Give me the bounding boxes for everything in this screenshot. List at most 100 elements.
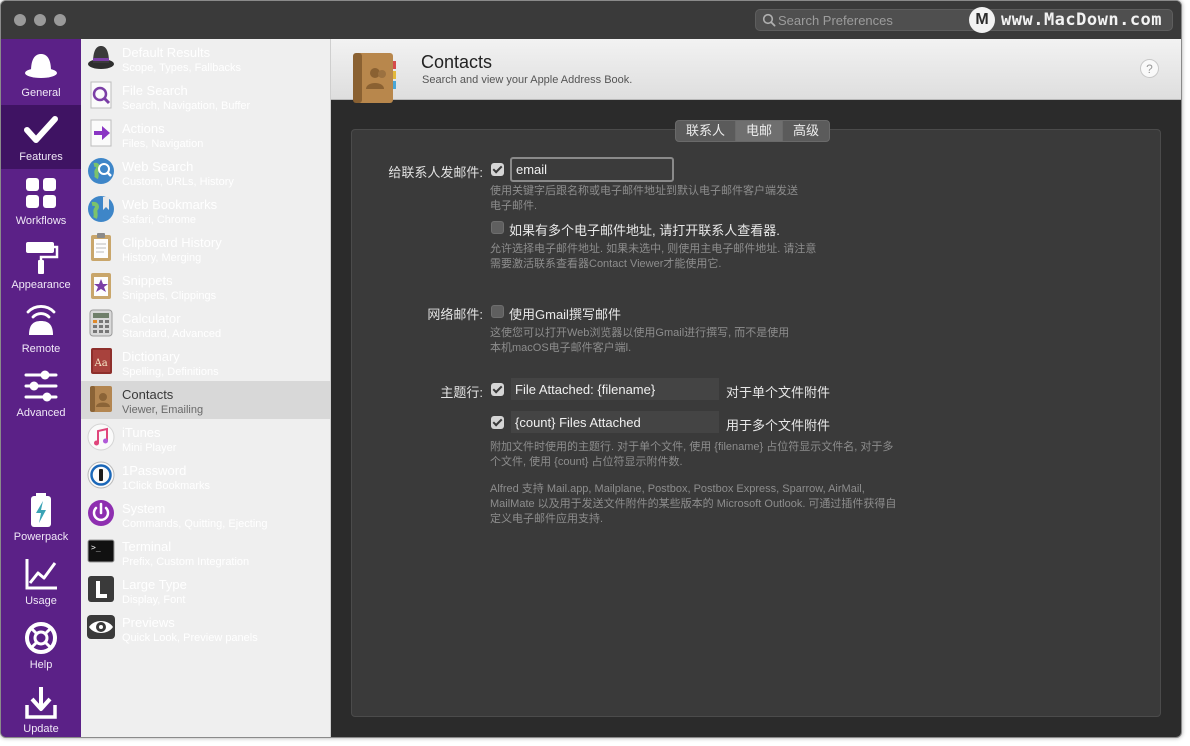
feature-web-bookmarks[interactable]: Web Bookmarks Safari, Chrome	[81, 191, 330, 229]
category-sidebar: General Features Workflows Appearance Re…	[1, 39, 81, 737]
feature-title: Web Bookmarks	[122, 197, 218, 212]
tab-bar: 联系人 电邮 高级	[675, 120, 831, 142]
itunes-icon	[87, 423, 115, 451]
nav-general[interactable]: General	[1, 41, 81, 105]
gmail-hint: 这使您可以打开Web浏览器以使用Gmail进行撰写, 而不是使用 本机macOS…	[490, 327, 790, 354]
terminal-icon: >_	[87, 539, 115, 563]
contacts-book-icon	[90, 386, 112, 412]
supported-clients-hint: Alfred 支持 Mail.app, Mailplane, Postbox, …	[490, 483, 897, 525]
hat-icon	[25, 54, 57, 78]
minimize-window-button[interactable]	[34, 14, 46, 26]
multi-file-checkbox[interactable]	[491, 416, 504, 429]
tab-advanced[interactable]: 高级	[783, 121, 829, 141]
single-file-checkbox[interactable]	[491, 383, 504, 396]
feature-web-search[interactable]: Web Search Custom, URLs, History	[81, 153, 330, 191]
feature-calculator[interactable]: Calculator Standard, Advanced	[81, 305, 330, 343]
feature-title: Contacts	[122, 387, 174, 402]
search-input[interactable]	[778, 11, 968, 29]
feature-subtitle: Display, Font	[122, 594, 186, 606]
feature-snippets[interactable]: Snippets Snippets, Clippings	[81, 267, 330, 305]
page-title: Contacts	[421, 52, 493, 72]
nav-advanced[interactable]: Advanced	[1, 361, 81, 425]
feature-subtitle: History, Merging	[122, 252, 202, 264]
feature-title: 1Password	[122, 463, 187, 478]
tab-contacts[interactable]: 联系人	[676, 121, 737, 141]
eye-icon	[87, 615, 115, 639]
watermark-logo: M	[969, 7, 995, 33]
dictionary-icon: Aa	[91, 348, 112, 374]
nav-label: Help	[29, 659, 53, 671]
feature-title: Default Results	[122, 45, 211, 60]
checkmark-icon	[24, 116, 58, 143]
nav-workflows[interactable]: Workflows	[1, 169, 81, 233]
alfred-hat-icon	[88, 46, 114, 69]
feature-title: Clipboard History	[122, 235, 222, 250]
email-contacts-checkbox[interactable]	[491, 163, 504, 176]
zoom-window-button[interactable]	[54, 14, 66, 26]
nav-update[interactable]: Update	[1, 677, 81, 737]
snippets-star-icon	[91, 273, 111, 299]
address-book-icon	[353, 53, 396, 103]
feature-subtitle: Quick Look, Preview panels	[122, 632, 258, 644]
help-button[interactable]: ?	[1140, 59, 1159, 78]
grid-icon	[26, 178, 56, 208]
preferences-window: M www.MacDown.com General Features	[0, 0, 1182, 738]
feature-large-type[interactable]: Large Type Display, Font	[81, 571, 330, 609]
lifebuoy-icon	[25, 622, 57, 654]
feature-title: Actions	[122, 121, 165, 136]
feature-title: System	[122, 501, 166, 516]
tab-email[interactable]: 电邮	[736, 121, 784, 141]
webmail-label: 网络邮件:	[427, 307, 483, 322]
feature-actions[interactable]: Actions Files, Navigation	[81, 115, 330, 153]
feature-file-search[interactable]: File Search Search, Navigation, Buffer	[81, 77, 330, 115]
email-contacts-label: 给联系人发邮件:	[388, 165, 483, 180]
multi-file-subject-input[interactable]	[511, 411, 719, 433]
feature-list: Default Results Scope, Types, Fallbacks …	[81, 39, 331, 737]
feature-previews[interactable]: Previews Quick Look, Preview panels	[81, 609, 330, 647]
large-type-icon	[88, 576, 114, 602]
feature-title: Terminal	[122, 539, 172, 554]
clipboard-icon	[91, 233, 111, 261]
feature-subtitle: Snippets, Clippings	[122, 290, 217, 302]
open-viewer-checkbox[interactable]	[491, 221, 504, 234]
feature-dictionary[interactable]: Aa Dictionary Spelling, Definitions	[81, 343, 330, 381]
close-window-button[interactable]	[14, 14, 26, 26]
feature-subtitle: Search, Navigation, Buffer	[122, 100, 251, 112]
chart-icon	[25, 559, 57, 590]
nav-remote[interactable]: Remote	[1, 297, 81, 361]
single-file-desc: 对于单个文件附件	[726, 385, 831, 400]
open-viewer-label: 如果有多个电子邮件地址, 请打开联系人查看器.	[509, 223, 780, 238]
feature-title: File Search	[122, 83, 188, 98]
nav-usage[interactable]: Usage	[1, 549, 81, 613]
feature-title: Web Search	[122, 159, 194, 174]
gmail-checkbox[interactable]	[491, 305, 504, 318]
download-icon	[25, 687, 57, 719]
remote-icon	[26, 305, 56, 335]
watermark-text: www.MacDown.com	[1001, 10, 1163, 30]
single-file-subject-input[interactable]	[511, 378, 719, 400]
search-icon	[762, 13, 776, 27]
nav-label: Advanced	[16, 407, 66, 419]
nav-powerpack[interactable]: Powerpack	[1, 485, 81, 549]
nav-appearance[interactable]: Appearance	[1, 233, 81, 297]
title-bar: M www.MacDown.com	[1, 1, 1181, 40]
subject-hint: 附加文件时使用的主题行. 对于单个文件, 使用 {filename} 占位符显示…	[490, 441, 894, 468]
email-keyword-input[interactable]	[510, 157, 674, 182]
feature-default-results[interactable]: Default Results Scope, Types, Fallbacks	[81, 39, 330, 77]
feature-terminal[interactable]: >_ Terminal Prefix, Custom Integration	[81, 533, 330, 571]
feature-clipboard-history[interactable]: Clipboard History History, Merging	[81, 229, 330, 267]
nav-features[interactable]: Features	[1, 105, 81, 169]
email-hint: 使用关键字后跟名称或电子邮件地址到默认电子邮件客户端发送 电子邮件.	[490, 185, 798, 212]
subject-label: 主题行:	[440, 385, 483, 400]
feature-1password[interactable]: 1Password 1Click Bookmarks	[81, 457, 330, 495]
nav-help[interactable]: Help	[1, 613, 81, 677]
feature-itunes[interactable]: iTunes Mini Player	[81, 419, 330, 457]
feature-system[interactable]: System Commands, Quitting, Ejecting	[81, 495, 330, 533]
feature-contacts[interactable]: Contacts Viewer, Emailing	[81, 381, 330, 419]
nav-label: Appearance	[11, 279, 71, 291]
calculator-icon	[89, 309, 113, 337]
watermark: M www.MacDown.com	[969, 6, 1162, 34]
nav-label: Workflows	[15, 215, 67, 227]
feature-subtitle: Standard, Advanced	[122, 328, 222, 340]
actions-arrow-icon	[90, 119, 112, 147]
